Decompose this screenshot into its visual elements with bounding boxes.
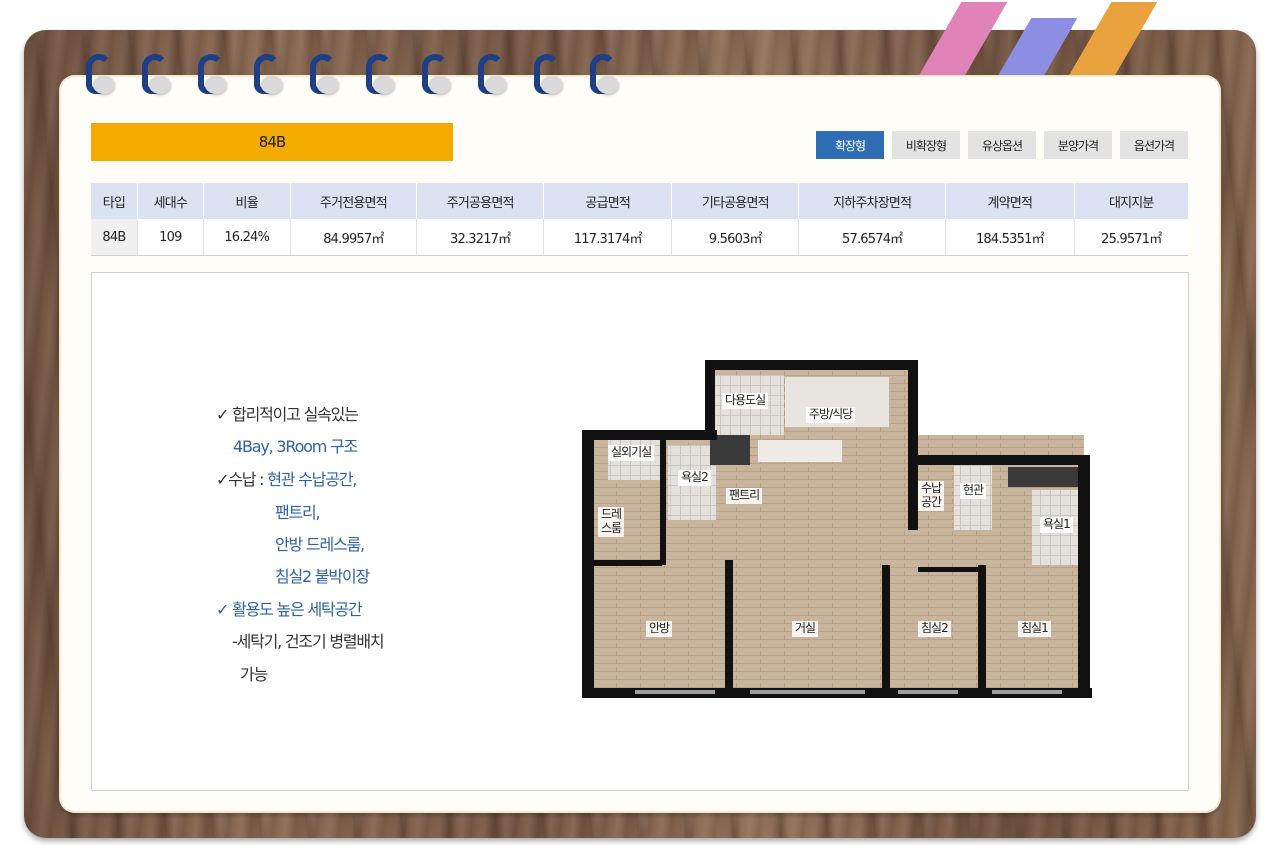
spiral-ring-icon: [476, 54, 508, 98]
room-bedroom1: 침실1: [1018, 621, 1051, 637]
room-bedroom2: 침실2: [918, 621, 951, 637]
feature-line-8: -세탁기, 건조기 병렬배치: [232, 632, 385, 651]
feature-storage-label: ✓수납 :: [216, 470, 265, 489]
cell-common-area: 32.3217㎡: [416, 219, 545, 256]
cell-parking-area: 57.6574㎡: [798, 219, 947, 256]
room-pantry: 팬트리: [726, 488, 763, 504]
spiral-ring-icon: [196, 54, 228, 98]
room-kitchen: 주방/식당: [806, 407, 856, 423]
header-type: 타입: [91, 183, 138, 219]
cell-private-area: 84.9957㎡: [290, 219, 418, 256]
header-other-common-area: 기타공용면적: [671, 183, 800, 219]
header-parking-area: 지하주차장면적: [798, 183, 947, 219]
cell-type: 84B: [91, 219, 138, 256]
paid-options-button[interactable]: 유상옵션: [968, 131, 1036, 159]
header-private-area: 주거전용면적: [290, 183, 418, 219]
non-expanded-type-button[interactable]: 비확장형: [892, 131, 960, 159]
table-header-row: 타입 세대수 비율 주거전용면적 주거공용면적 공급면적 기타공용면적 지하주차…: [91, 183, 1188, 219]
feature-line-6: 침실2 붙박이장: [275, 567, 370, 586]
room-utility: 다용도실: [722, 393, 769, 409]
feature-line-4: 팬트리,: [275, 503, 321, 522]
cell-land-share: 25.9571㎡: [1074, 219, 1188, 256]
header-ratio: 비율: [203, 183, 291, 219]
table-row: 84B 109 16.24% 84.9957㎡ 32.3217㎡ 117.317…: [91, 219, 1188, 256]
spiral-ring-icon: [588, 54, 620, 98]
room-living: 거실: [792, 621, 819, 637]
room-entrance: 현관: [960, 483, 987, 499]
feature-storage-value: 현관 수납공간,: [267, 470, 357, 489]
type-title-bar: 84B: [91, 123, 453, 161]
cell-ratio: 16.24%: [203, 219, 291, 256]
feature-line-3: ✓수납 : 현관 수납공간,: [216, 466, 357, 490]
spiral-ring-icon: [252, 54, 284, 98]
floor-plan-image: 다용도실 주방/식당 실외기실 욕실2 팬트리 수납 공간 현관 드레 스룸 욕…: [580, 355, 1100, 700]
spiral-ring-icon: [84, 54, 116, 98]
spiral-ring-icon: [364, 54, 396, 98]
room-dressroom: 드레 스룸: [598, 507, 625, 537]
type-title: 84B: [258, 133, 286, 151]
spiral-ring-icon: [420, 54, 452, 98]
header-land-share: 대지지분: [1074, 183, 1188, 219]
option-button-group: 확장형 비확장형 유상옵션 분양가격 옵션가격: [816, 131, 1188, 159]
feature-line-7: ✓ 활용도 높은 세탁공간: [216, 600, 363, 619]
spiral-binding: [84, 54, 620, 98]
sale-price-button[interactable]: 분양가격: [1044, 131, 1112, 159]
room-bath2: 욕실2: [678, 470, 711, 486]
feature-line-9: 가능: [240, 665, 268, 684]
room-outdoor-unit: 실외기실: [608, 445, 655, 461]
cell-supply-area: 117.3174㎡: [543, 219, 673, 256]
area-spec-table: 타입 세대수 비율 주거전용면적 주거공용면적 공급면적 기타공용면적 지하주차…: [91, 183, 1188, 256]
spiral-ring-icon: [308, 54, 340, 98]
feature-line-2: 4Bay, 3Room 구조: [233, 437, 358, 456]
feature-line-5: 안방 드레스룸,: [275, 535, 365, 554]
spiral-ring-icon: [532, 54, 564, 98]
room-master: 안방: [646, 621, 673, 637]
header-supply-area: 공급면적: [543, 183, 673, 219]
feature-line-1: ✓ 합리적이고 실속있는: [216, 405, 359, 424]
spiral-ring-icon: [140, 54, 172, 98]
header-contract-area: 계약면적: [945, 183, 1075, 219]
header-common-area: 주거공용면적: [416, 183, 545, 219]
expanded-type-button[interactable]: 확장형: [816, 131, 884, 159]
room-storage: 수납 공간: [918, 481, 945, 511]
room-bath1: 욕실1: [1040, 517, 1073, 533]
header-households: 세대수: [137, 183, 204, 219]
cell-other-common-area: 9.5603㎡: [671, 219, 800, 256]
option-price-button[interactable]: 옵션가격: [1120, 131, 1188, 159]
cell-households: 109: [137, 219, 204, 256]
cell-contract-area: 184.5351㎡: [945, 219, 1075, 256]
